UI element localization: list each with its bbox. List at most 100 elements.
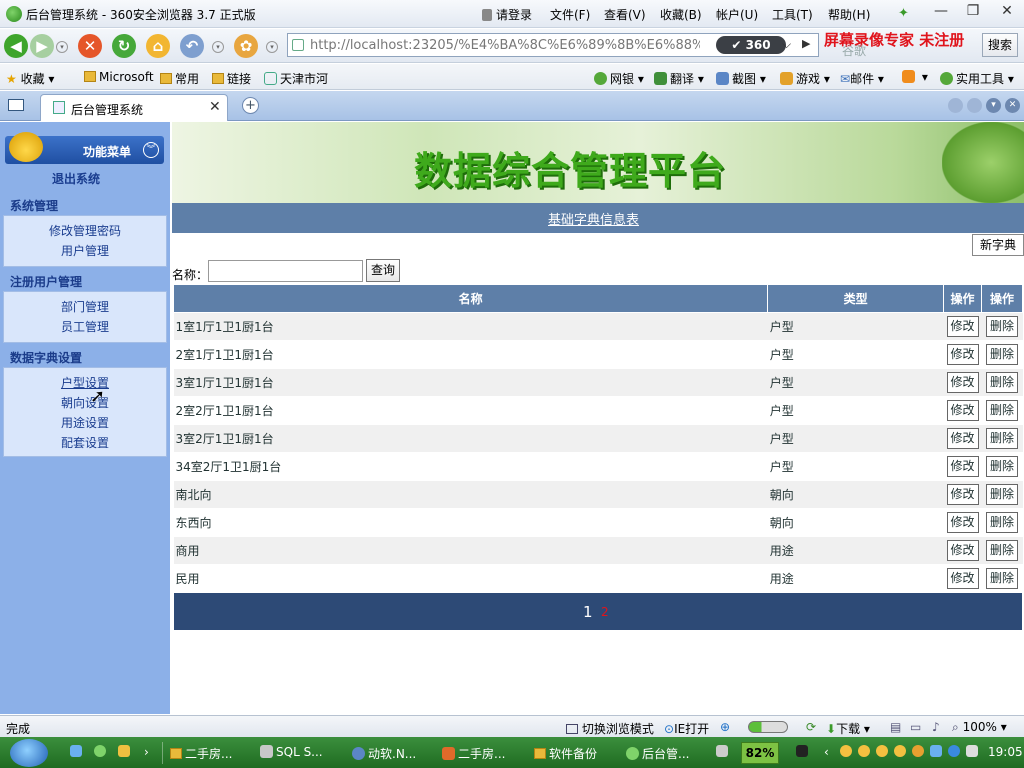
search-button[interactable]: 搜索 [982,33,1018,57]
battery-indicator[interactable]: 82% [741,742,779,764]
edit-button[interactable]: 修改 [946,540,979,561]
sidebar-item-departments[interactable]: 部门管理 [4,298,166,315]
start-button[interactable] [10,739,48,767]
logout-link[interactable]: 退出系统 [52,170,100,187]
delete-button[interactable]: 删除 [986,456,1018,477]
sidebar-toggle-icon[interactable] [8,99,24,111]
close-window-button[interactable]: ✕ [992,1,1022,21]
section-title-registered-users[interactable]: 注册用户管理 [10,273,82,290]
volume-icon[interactable] [966,745,978,757]
qq-icon[interactable] [894,745,906,757]
network-icon[interactable] [930,745,942,757]
taskbar-item-1[interactable]: 二手房... [170,745,232,762]
media-quicklaunch-icon[interactable] [118,745,130,757]
edit-button[interactable]: 修改 [946,428,979,449]
edit-button[interactable]: 修改 [946,372,979,393]
ie-quicklaunch-icon[interactable] [70,745,82,757]
tab-list-icon[interactable]: ▾ [986,98,1001,113]
tool-utilities[interactable]: 实用工具 ▾ [940,70,1014,87]
tab-scroll-right-icon[interactable] [967,98,982,113]
taskbar-item-2[interactable]: SQL S... [260,745,323,759]
chevron-down-icon[interactable]: ︾ [143,142,159,158]
address-bar[interactable]: http://localhost:23205/%E4%BA%8C%E6%89%8… [287,33,819,57]
sync-icon[interactable]: ⟳ [806,720,816,734]
sidebar-item-user-management[interactable]: 用户管理 [4,242,166,259]
plug-icon[interactable] [796,745,808,757]
delete-button[interactable]: 删除 [986,512,1018,533]
close-tab-icon[interactable]: ✕ [209,99,221,115]
undo-dropdown-icon[interactable]: ▾ [212,41,224,53]
browser-quicklaunch-icon[interactable] [94,745,106,757]
paw-icon[interactable]: ✿ [234,34,258,58]
sidebar-item-facility-settings[interactable]: 配套设置 [4,434,166,451]
taskbar-item-5[interactable]: 软件备份 [534,745,597,762]
taskbar-item-4[interactable]: 二手房... [442,745,505,762]
globe-icon[interactable] [948,745,960,757]
go-icon[interactable]: ▶ [802,37,810,50]
stop-icon[interactable]: ✕ [78,34,102,58]
sidebar-item-employees[interactable]: 员工管理 [4,318,166,335]
menu-view[interactable]: 查看(V) [604,6,646,23]
forward-icon[interactable]: ▶ [30,34,54,58]
sidebar-item-layout-settings[interactable]: 户型设置 [4,374,166,391]
page-tool-icon[interactable]: ▤ [890,720,901,734]
new-dictionary-button[interactable]: 新字典 [972,234,1024,256]
minimize-button[interactable]: — [926,1,956,21]
add-icon[interactable]: ⊕ [720,720,730,734]
delete-button[interactable]: 删除 [986,484,1018,505]
delete-button[interactable]: 删除 [986,344,1018,365]
qq-icon[interactable] [840,745,852,757]
edit-button[interactable]: 修改 [946,484,979,505]
speaker-icon[interactable]: ♪ [932,720,940,734]
qq-icon[interactable] [876,745,888,757]
search-engine-hint[interactable]: 谷歌 [842,42,866,59]
qq-icon[interactable] [858,745,870,757]
delete-button[interactable]: 删除 [986,372,1018,393]
sidebar-item-usage-settings[interactable]: 用途设置 [4,414,166,431]
close-tab-group-icon[interactable]: ✕ [1005,98,1020,113]
menu-tools[interactable]: 工具(T) [772,6,813,23]
history-dropdown-icon[interactable]: ▾ [56,41,68,53]
delete-button[interactable]: 删除 [986,540,1018,561]
fav-links[interactable]: 链接 [212,70,251,87]
download-button[interactable]: ⬇下载 ▾ [826,720,870,737]
taskbar-item-6[interactable]: 后台管... [626,745,689,762]
tool-screenshot[interactable]: 截图 ▾ [716,70,766,87]
sidebar-item-orientation-settings[interactable]: 朝向设置 [4,394,166,411]
name-search-input[interactable] [208,260,363,282]
menu-account[interactable]: 帐户(U) [716,6,758,23]
new-tab-icon[interactable]: + [242,97,259,114]
ie-open-button[interactable]: ⊙IE打开 [664,720,709,737]
tool-bank[interactable]: 网银 ▾ [594,70,644,87]
page-link-next[interactable]: 2 [601,605,609,619]
login-link[interactable]: 请登录 [482,6,532,23]
fav-tianjin[interactable]: 天津市河 [264,70,328,87]
tab-scroll-left-icon[interactable] [948,98,963,113]
toggle-icon[interactable] [748,720,788,734]
edit-button[interactable]: 修改 [946,400,979,421]
paw-dropdown-icon[interactable]: ▾ [266,41,278,53]
edit-button[interactable]: 修改 [946,568,979,589]
fav-common[interactable]: 常用 [160,70,199,87]
tab-admin-system[interactable]: 后台管理系统 ✕ [40,94,228,121]
quicklaunch-more-icon[interactable]: › [144,745,149,759]
delete-button[interactable]: 删除 [986,316,1018,337]
zoom-control[interactable]: ⌕ 100% ▾ [952,720,1007,735]
tool-games[interactable]: 游戏 ▾ [780,70,830,87]
menu-help[interactable]: 帮助(H) [828,6,870,23]
tool-extra[interactable]: ▾ [902,70,928,84]
edit-button[interactable]: 修改 [946,512,979,533]
edit-button[interactable]: 修改 [946,344,979,365]
messenger-icon[interactable] [912,745,924,757]
section-title-dictionary[interactable]: 数据字典设置 [10,349,82,366]
delete-button[interactable]: 删除 [986,400,1018,421]
tool-mail[interactable]: ✉邮件 ▾ [840,70,884,87]
home-icon[interactable]: ⌂ [146,34,170,58]
keyboard-icon[interactable] [716,745,728,757]
taskbar-item-3[interactable]: 动软.N... [352,745,416,762]
fav-microsoft[interactable]: Microsoft [84,70,154,84]
back-icon[interactable]: ◀ [4,34,28,58]
favorites-menu[interactable]: ★ 收藏 ▾ [6,70,54,87]
edit-button[interactable]: 修改 [946,316,979,337]
menu-favorites[interactable]: 收藏(B) [660,6,702,23]
